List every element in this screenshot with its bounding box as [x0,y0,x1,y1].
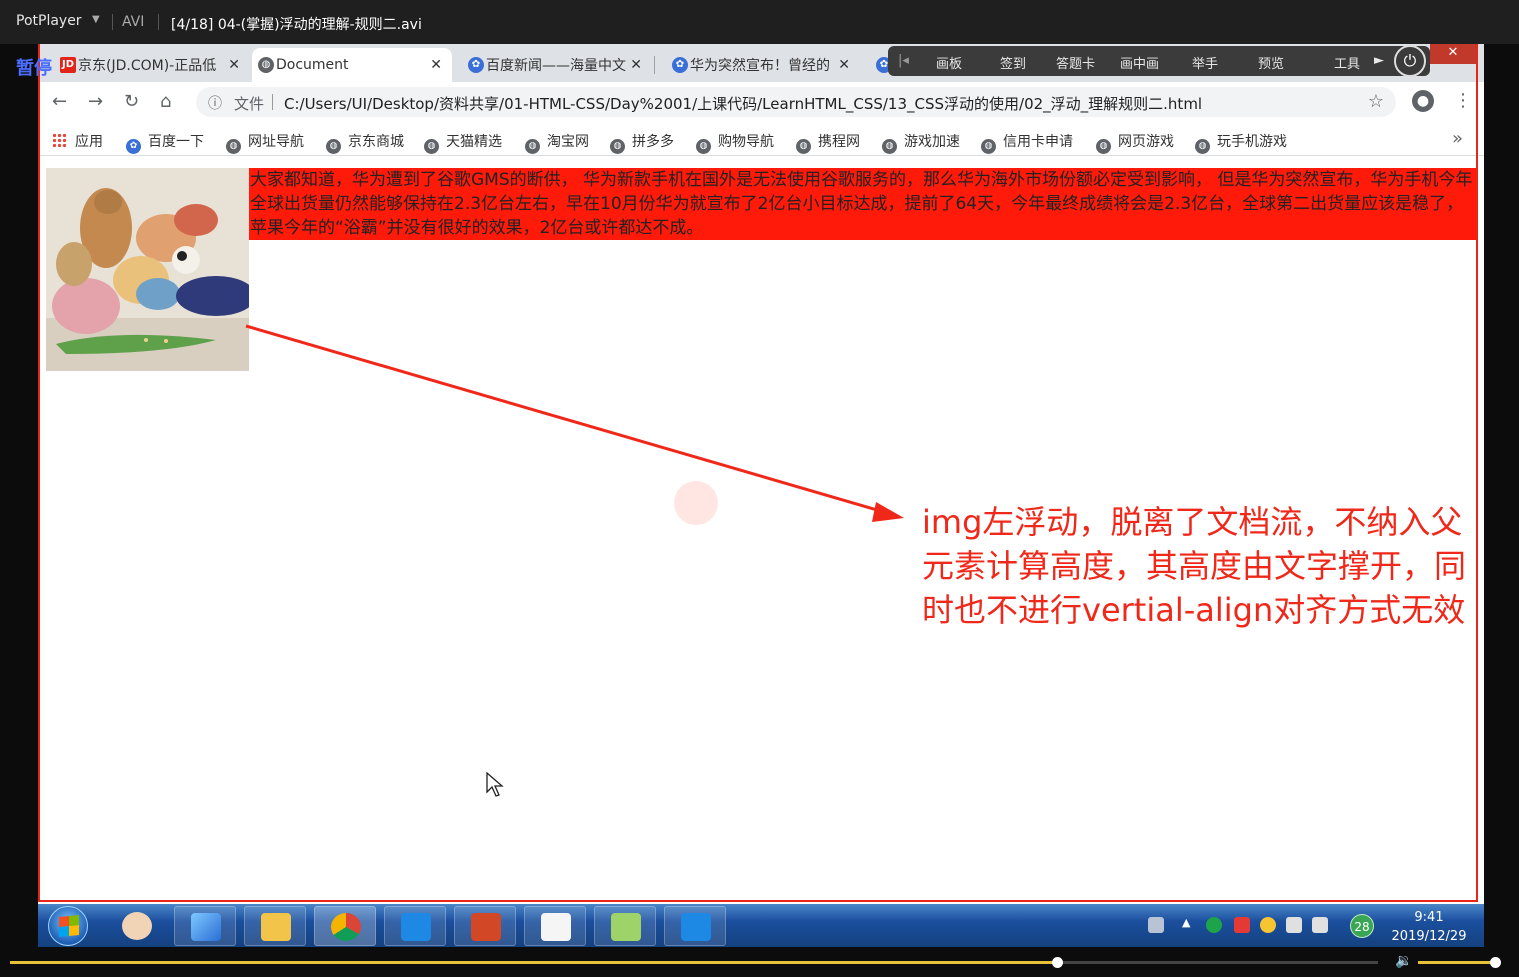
clock-date: 2019/12/29 [1391,929,1467,944]
mouse-pointer-icon [486,772,504,797]
player-controls: 🔉 [0,947,1519,977]
file-format-label: AVI [122,14,145,30]
toolbar-item-whiteboard[interactable]: 画板 [936,53,962,72]
taskbar-app-vscode-2[interactable] [664,906,726,946]
tray-clock[interactable]: 9:41 2019/12/29 [1384,908,1474,946]
volume-handle[interactable] [1490,957,1502,968]
taskbar-app-chrome[interactable] [314,906,376,946]
taskbar-app-notepad[interactable] [594,906,656,946]
chrome-icon [331,913,361,941]
flag-icon[interactable] [1234,917,1250,933]
annotation-arrow [245,324,904,522]
network-icon[interactable] [1286,917,1302,933]
windows-logo-icon [59,914,79,938]
windows-taskbar: ▲ 28 9:41 2019/12/29 [38,904,1484,947]
toolbar-item-raise-hand[interactable]: 举手 [1192,53,1218,72]
taskbar-app-powerpoint[interactable] [454,906,516,946]
taskbar-app-explorer[interactable] [244,906,306,946]
pause-label: 暂停 [16,58,52,79]
vscode-icon [681,913,711,941]
start-button[interactable] [48,906,88,946]
speaker-icon[interactable]: 🔉 [1395,953,1412,969]
player-brand-menu[interactable]: PotPlayer [16,13,82,29]
toolbar-item-pip[interactable]: 画中画 [1120,53,1159,72]
security-icon[interactable] [1206,917,1222,933]
add-icon[interactable] [1260,917,1276,933]
folder-icon [261,913,291,941]
taskbar-app-kuaibo[interactable] [174,906,236,946]
arrow-head [872,502,904,522]
arrow-line [245,324,885,514]
player-icon [191,913,221,941]
volume-fill [1418,961,1497,964]
vscode-icon [401,913,431,941]
avatar-icon [122,912,152,940]
power-icon[interactable]: ⏻ [1394,45,1426,77]
clock-time: 9:41 [1414,910,1444,925]
taskbar-app-vscode[interactable] [384,906,446,946]
player-file-title: [4/18] 04-(掌握)浮动的理解-规则二.avi [171,17,422,33]
video-frame[interactable]: JD 京东(JD.COM)-正品低 ✕ ◍ Document ✕ ✿ 百度新闻—… [38,44,1484,904]
taskbar-app-typora[interactable] [524,906,586,946]
keyboard-icon[interactable] [1148,917,1164,933]
divider [112,14,113,30]
seek-bar[interactable] [10,957,1378,968]
chevron-down-icon[interactable]: ▼ [92,14,100,25]
tray-expand-icon[interactable]: ▲ [1182,916,1190,929]
system-tray: ▲ 28 9:41 2019/12/29 [1138,904,1484,947]
seek-bar-fill [10,961,1057,964]
toolbar-item-preview[interactable]: 预览 [1258,53,1284,72]
notepad-icon [611,913,641,941]
tray-badge[interactable]: 28 [1350,914,1374,938]
collapse-icon[interactable]: |◂ [898,53,909,68]
annotation-text: img左浮动，脱离了文档流，不纳入父元素计算高度，其高度由文字撑开，同时也不进行… [922,503,1467,629]
classroom-toolbar: |◂ 画板 签到 答题卡 画中画 举手 预览 工具 ► [888,46,1430,76]
volume-icon[interactable] [1312,917,1328,933]
arrow-icon[interactable]: ► [1374,53,1384,68]
volume-slider[interactable] [1418,957,1502,968]
divider [158,14,159,30]
seek-handle[interactable] [1051,957,1063,968]
typora-icon [541,913,571,941]
taskbar-app-avatar[interactable] [106,906,168,946]
toolbar-item-signin[interactable]: 签到 [1000,53,1026,72]
powerpoint-icon [471,913,501,941]
player-title-bar: PotPlayer ▼ AVI [4/18] 04-(掌握)浮动的理解-规则二.… [0,0,1519,44]
toolbar-item-answer-card[interactable]: 答题卡 [1056,53,1095,72]
toolbar-item-tools[interactable]: 工具 [1334,53,1360,72]
